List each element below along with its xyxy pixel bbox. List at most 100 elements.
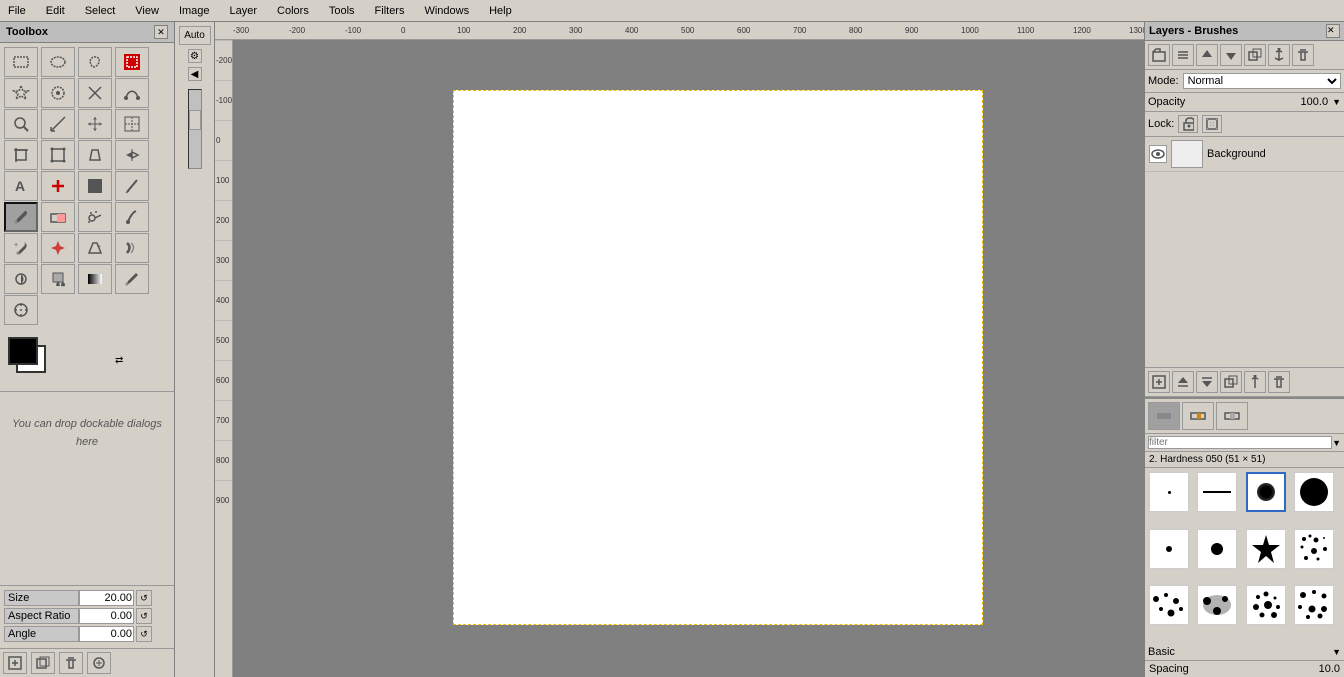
- vertical-slider-thumb[interactable]: [189, 110, 201, 130]
- tool-fg-select[interactable]: [115, 47, 149, 77]
- tool-color-picker[interactable]: [115, 264, 149, 294]
- tool-pencil[interactable]: [115, 171, 149, 201]
- tool-transform[interactable]: [41, 140, 75, 170]
- new-layer-group-btn[interactable]: [1148, 44, 1170, 66]
- menu-view[interactable]: View: [131, 3, 163, 19]
- brush-item-circle-lg[interactable]: [1294, 472, 1334, 512]
- anchor-layer-btn[interactable]: [1268, 44, 1290, 66]
- duplicate-layer-action-btn[interactable]: [1220, 371, 1242, 393]
- aspect-input[interactable]: [79, 608, 134, 624]
- angle-reset-btn[interactable]: ↺: [136, 626, 152, 642]
- layer-row[interactable]: Background: [1145, 137, 1344, 172]
- menu-filters[interactable]: Filters: [371, 3, 409, 19]
- to-image-btn[interactable]: [87, 652, 111, 674]
- tool-scissors[interactable]: [78, 78, 112, 108]
- tool-eraser[interactable]: [41, 202, 75, 232]
- brush-item-splatter-5[interactable]: [1294, 585, 1334, 625]
- duplicate-image-btn[interactable]: [31, 652, 55, 674]
- raise-layer-action-btn[interactable]: [1172, 371, 1194, 393]
- brush-item-splatter-3[interactable]: [1197, 585, 1237, 625]
- vertical-slider[interactable]: [188, 89, 202, 169]
- tool-airbrush[interactable]: [78, 202, 112, 232]
- menu-tools[interactable]: Tools: [325, 3, 359, 19]
- dock-collapse-btn[interactable]: ◀: [188, 67, 202, 81]
- menu-select[interactable]: Select: [81, 3, 120, 19]
- tool-blend[interactable]: [78, 264, 112, 294]
- brush-item-hardness-selected[interactable]: [1246, 472, 1286, 512]
- tool-perspective-clone[interactable]: +: [78, 233, 112, 263]
- new-image-btn[interactable]: [3, 652, 27, 674]
- tool-clone[interactable]: +: [4, 233, 38, 263]
- tool-convolve[interactable]: [4, 295, 38, 325]
- mode-select[interactable]: Normal Multiply Screen Overlay: [1183, 73, 1341, 89]
- anchor-layer-action-btn[interactable]: [1244, 371, 1266, 393]
- brush-item-splatter-1[interactable]: [1294, 529, 1334, 569]
- raise-layer-btn[interactable]: [1196, 44, 1218, 66]
- brush-basic-dropdown[interactable]: ▼: [1332, 647, 1341, 657]
- tool-dodge-burn[interactable]: [4, 264, 38, 294]
- brush-item-dot-md[interactable]: [1197, 529, 1237, 569]
- tool-paintbrush[interactable]: [4, 202, 38, 232]
- tool-perspective[interactable]: [78, 140, 112, 170]
- canvas-drawing-area[interactable]: [453, 90, 983, 625]
- dock-settings-btn[interactable]: ⚙: [188, 49, 202, 63]
- brush-item-dot-sm[interactable]: [1149, 529, 1189, 569]
- menu-file[interactable]: File: [4, 3, 30, 19]
- aspect-reset-btn[interactable]: ↺: [136, 608, 152, 624]
- opacity-dropdown-btn[interactable]: ▼: [1332, 97, 1341, 107]
- menu-edit[interactable]: Edit: [42, 3, 69, 19]
- tool-bucket-fill[interactable]: [41, 264, 75, 294]
- brush-type-btn-2[interactable]: [1182, 402, 1214, 430]
- menu-windows[interactable]: Windows: [420, 3, 473, 19]
- tool-paths[interactable]: [115, 78, 149, 108]
- tool-lasso[interactable]: [78, 47, 112, 77]
- duplicate-layer-btn[interactable]: [1244, 44, 1266, 66]
- auto-button[interactable]: Auto: [179, 26, 211, 45]
- tool-heal[interactable]: [41, 171, 75, 201]
- tool-rect-select[interactable]: [4, 47, 38, 77]
- tool-ellipse-select[interactable]: [41, 47, 75, 77]
- tool-fuzzy-select[interactable]: [4, 78, 38, 108]
- tool-align[interactable]: [115, 109, 149, 139]
- brush-item-star[interactable]: [1246, 529, 1286, 569]
- tool-zoom[interactable]: [4, 109, 38, 139]
- size-input[interactable]: [79, 590, 134, 606]
- brush-type-btn-1[interactable]: [1148, 402, 1180, 430]
- tool-move[interactable]: [78, 109, 112, 139]
- layer-visibility-toggle[interactable]: [1149, 145, 1167, 163]
- tool-measure[interactable]: [41, 109, 75, 139]
- tool-rect-fill[interactable]: [78, 171, 112, 201]
- swap-colors-icon[interactable]: ⇄: [115, 355, 123, 366]
- menu-layer[interactable]: Layer: [226, 3, 262, 19]
- menu-help[interactable]: Help: [485, 3, 516, 19]
- brush-filter-dropdown[interactable]: ▼: [1332, 438, 1341, 448]
- tool-ink[interactable]: [115, 202, 149, 232]
- delete-layer-toolbar-btn[interactable]: [1292, 44, 1314, 66]
- tool-select-by-color[interactable]: [41, 78, 75, 108]
- tool-smudge[interactable]: [115, 233, 149, 263]
- layers-view-btn[interactable]: [1172, 44, 1194, 66]
- brush-item-dot-tiny[interactable]: [1149, 472, 1189, 512]
- brush-item-splatter-4[interactable]: [1246, 585, 1286, 625]
- tool-flip[interactable]: [115, 140, 149, 170]
- lock-alpha-btn[interactable]: [1202, 115, 1222, 133]
- panel-close-button[interactable]: ✕: [1326, 24, 1340, 38]
- size-reset-btn[interactable]: ↺: [136, 590, 152, 606]
- lower-layer-btn[interactable]: [1220, 44, 1242, 66]
- lower-layer-action-btn[interactable]: [1196, 371, 1218, 393]
- tool-heal2[interactable]: [41, 233, 75, 263]
- toolbox-close-button[interactable]: ✕: [154, 25, 168, 39]
- menu-image[interactable]: Image: [175, 3, 214, 19]
- delete-layer-action-btn[interactable]: [1268, 371, 1290, 393]
- tool-text[interactable]: A: [4, 171, 38, 201]
- foreground-color-swatch[interactable]: [8, 337, 38, 365]
- brush-item-splatter-2[interactable]: [1149, 585, 1189, 625]
- delete-image-btn[interactable]: [59, 652, 83, 674]
- angle-input[interactable]: [79, 626, 134, 642]
- tool-crop[interactable]: [4, 140, 38, 170]
- lock-pixels-btn[interactable]: [1178, 115, 1198, 133]
- brush-type-btn-3[interactable]: [1216, 402, 1248, 430]
- brush-filter-input[interactable]: [1148, 436, 1332, 449]
- new-layer-action-btn[interactable]: [1148, 371, 1170, 393]
- canvas-viewport[interactable]: [233, 40, 1144, 677]
